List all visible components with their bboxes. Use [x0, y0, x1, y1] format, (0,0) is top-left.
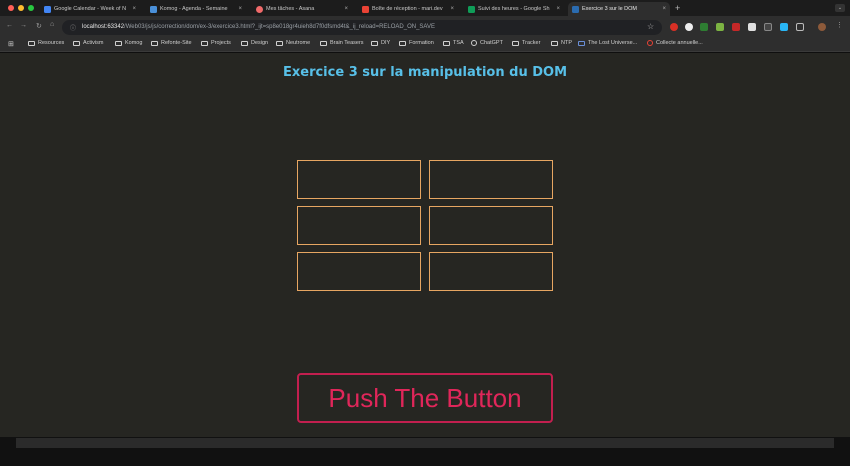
bookmark-diy[interactable]: DIY	[371, 40, 390, 46]
link-icon	[578, 40, 585, 46]
extension-icon-6[interactable]	[748, 23, 756, 31]
close-tab-icon[interactable]: ×	[450, 6, 454, 12]
site-info-icon[interactable]: ⓘ	[70, 23, 76, 32]
bookmark-chatgpt[interactable]: ChatGPT	[471, 40, 503, 46]
close-tab-icon[interactable]: ×	[238, 6, 242, 12]
folder-icon	[399, 40, 406, 46]
calendar-icon	[44, 5, 51, 13]
back-button[interactable]: ←	[6, 22, 13, 29]
bookmark-refonte-site[interactable]: Refonte-Site	[151, 40, 192, 46]
bookmark-star-icon[interactable]: ☆	[647, 22, 654, 31]
tab-komog-agenda[interactable]: Komog - Agenda - Semaine ×	[146, 2, 246, 16]
folder-icon	[443, 40, 450, 46]
gmail-icon	[362, 5, 369, 13]
tab-google-sheets[interactable]: Suivi des heures - Google Sh ×	[464, 2, 564, 16]
bookmark-design[interactable]: Design	[241, 40, 268, 46]
bookmark-neutrome[interactable]: Neutrome	[276, 40, 310, 46]
google-icon	[647, 40, 653, 46]
folder-icon	[151, 40, 158, 46]
apps-icon[interactable]: ⊞	[8, 40, 14, 48]
bookmark-lost-universe[interactable]: The Lost Universe...	[578, 40, 637, 46]
folder-icon	[241, 40, 248, 46]
webstorm-icon	[572, 5, 579, 13]
close-tab-icon[interactable]: ×	[556, 6, 560, 12]
folder-icon	[28, 40, 35, 46]
minimize-window-button[interactable]	[18, 5, 24, 11]
folder-icon	[371, 40, 378, 46]
bookmark-komog[interactable]: Komog	[115, 40, 142, 46]
grid-cell[interactable]	[297, 160, 421, 199]
grid-cell[interactable]	[429, 252, 553, 291]
folder-icon	[276, 40, 283, 46]
grid-cell[interactable]	[297, 206, 421, 245]
folder-icon	[551, 40, 558, 46]
grid-cell[interactable]	[297, 252, 421, 291]
extension-icon-8[interactable]	[780, 23, 788, 31]
maximize-window-button[interactable]	[28, 5, 34, 11]
puzzle-icon[interactable]	[796, 23, 804, 31]
grid-cell[interactable]	[429, 206, 553, 245]
bookmark-brain-teasers[interactable]: Brain Teasers	[320, 40, 364, 46]
window-shadow-strip	[16, 438, 834, 448]
bookmark-formation[interactable]: Formation	[399, 40, 434, 46]
extension-icon-5[interactable]	[732, 23, 740, 31]
bookmark-tsa[interactable]: TSA	[443, 40, 464, 46]
new-tab-button[interactable]: +	[675, 3, 680, 13]
more-menu-icon[interactable]: ⋮	[836, 21, 843, 29]
folder-icon	[512, 40, 519, 46]
extension-icon-4[interactable]	[716, 23, 724, 31]
bookmark-resources[interactable]: Resources	[28, 40, 64, 46]
forward-button[interactable]: →	[20, 22, 27, 29]
folder-icon	[320, 40, 327, 46]
tab-exercice-dom[interactable]: Exercice 3 sur le DOM ×	[568, 2, 670, 16]
extension-icon-7[interactable]	[764, 23, 772, 31]
extension-icon-2[interactable]	[685, 23, 693, 31]
close-window-button[interactable]	[8, 5, 14, 11]
folder-icon	[115, 40, 122, 46]
avatar[interactable]	[818, 23, 826, 31]
page-title: Exercice 3 sur la manipulation du DOM	[282, 65, 568, 80]
folder-icon	[201, 40, 208, 46]
tab-asana[interactable]: Mes tâches - Asana ×	[252, 2, 352, 16]
url-text[interactable]: localhost:63342/Web03/js/js/correction/d…	[82, 24, 435, 30]
komog-icon	[150, 5, 157, 13]
bookmark-collecte[interactable]: Collecte annuelle...	[647, 40, 703, 46]
push-the-button[interactable]: Push The Button	[297, 373, 553, 423]
bookmark-projects[interactable]: Projects	[201, 40, 231, 46]
tab-search-button[interactable]: ⌄	[835, 4, 845, 12]
bookmark-ntp[interactable]: NTP	[551, 40, 572, 46]
grid-cell[interactable]	[429, 160, 553, 199]
asana-icon	[256, 5, 263, 13]
chatgpt-icon	[471, 40, 477, 46]
bookmark-activism[interactable]: Activism	[73, 40, 103, 46]
close-tab-icon[interactable]: ×	[344, 6, 348, 12]
sheets-icon	[468, 5, 475, 13]
extension-icon-1[interactable]	[670, 23, 678, 31]
close-tab-icon[interactable]: ×	[662, 6, 666, 12]
reload-button[interactable]: ↻	[36, 22, 42, 30]
home-button[interactable]: ⌂	[50, 21, 54, 28]
close-tab-icon[interactable]: ×	[132, 6, 136, 12]
tab-gmail[interactable]: Boîte de réception - mari.dev ×	[358, 2, 458, 16]
bookmark-tracker[interactable]: Tracker	[512, 40, 540, 46]
folder-icon	[73, 40, 80, 46]
tab-google-calendar[interactable]: Google Calendar - Week of N ×	[40, 2, 140, 16]
extension-icon-3[interactable]	[700, 23, 708, 31]
